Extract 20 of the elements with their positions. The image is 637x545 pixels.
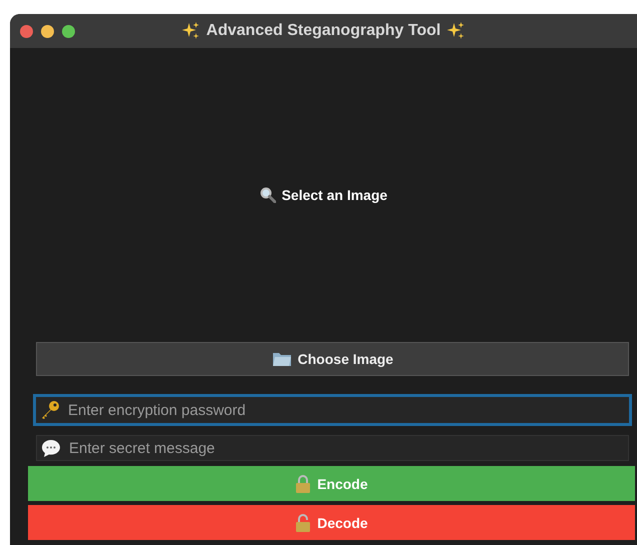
choose-image-button[interactable]: Choose Image <box>36 342 629 376</box>
sparkles-icon <box>446 22 465 40</box>
minimize-button[interactable] <box>41 24 54 38</box>
decode-button[interactable]: Decode <box>28 505 635 540</box>
close-button[interactable] <box>20 24 33 38</box>
magnifier-icon <box>260 187 276 203</box>
window-title: Advanced Steganography Tool <box>206 22 441 40</box>
open-padlock-icon <box>295 514 312 532</box>
padlock-icon <box>295 474 312 492</box>
message-input[interactable]: Enter secret message <box>67 438 624 458</box>
image-placeholder-label: Select an Image <box>282 187 388 203</box>
zoom-button[interactable] <box>62 24 75 38</box>
message-field[interactable]: Enter secret message <box>36 435 629 461</box>
key-icon <box>40 400 60 420</box>
password-input[interactable]: Enter encryption password <box>66 400 625 420</box>
sparkles-icon <box>182 22 200 40</box>
password-field[interactable]: Enter encryption password <box>33 394 632 426</box>
folder-icon <box>272 351 292 367</box>
speech-bubble-icon <box>41 438 61 458</box>
encode-button[interactable]: Encode <box>28 466 635 501</box>
